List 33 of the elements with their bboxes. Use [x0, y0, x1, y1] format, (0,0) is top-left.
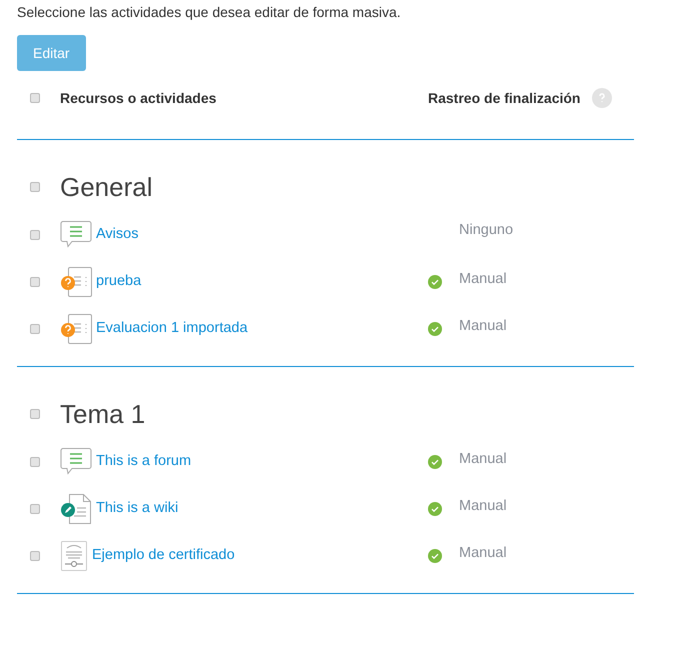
completion-text: Manual	[459, 544, 507, 563]
checkbox[interactable]	[30, 93, 40, 103]
checkbox[interactable]	[30, 182, 40, 192]
section-title: Tema 1	[60, 398, 146, 430]
completion-text: Manual	[459, 450, 507, 469]
help-icon	[592, 88, 612, 108]
checkbox[interactable]	[30, 324, 40, 334]
activity-link[interactable]: This is a wiki	[96, 498, 178, 520]
column-header: Rastreo de finalización	[428, 88, 580, 108]
checkbox[interactable]	[30, 550, 40, 560]
activity-link[interactable]: This is a forum	[96, 450, 192, 472]
column-header: Recursos o actividades	[60, 88, 218, 108]
completion-text: Manual	[459, 270, 507, 289]
wiki-document-icon	[60, 492, 92, 524]
completion-text: Ninguno	[459, 220, 514, 240]
certificate-icon	[60, 540, 88, 572]
instruction-text: Seleccione las actividades que desea editar de forma masiva.	[17, 3, 402, 22]
activity-link[interactable]: Avisos	[96, 224, 138, 246]
section-title: General	[60, 170, 152, 204]
activity-link[interactable]: prueba	[96, 270, 142, 292]
speech-bubble-icon	[60, 220, 92, 250]
activity-link[interactable]: Evaluacion 1 importada	[96, 318, 248, 340]
checkbox[interactable]	[30, 456, 40, 466]
completion-text: Manual	[459, 316, 507, 336]
checkbox[interactable]	[30, 504, 40, 514]
activity-link[interactable]: Ejemplo de certificado	[92, 544, 235, 566]
checkbox[interactable]	[30, 230, 40, 240]
checkbox[interactable]	[30, 409, 40, 419]
quiz-document-icon	[60, 266, 92, 298]
speech-bubble-icon	[60, 446, 92, 476]
checkbox[interactable]	[30, 276, 40, 286]
quiz-document-icon	[60, 312, 92, 344]
completion-text: Manual	[459, 496, 507, 516]
